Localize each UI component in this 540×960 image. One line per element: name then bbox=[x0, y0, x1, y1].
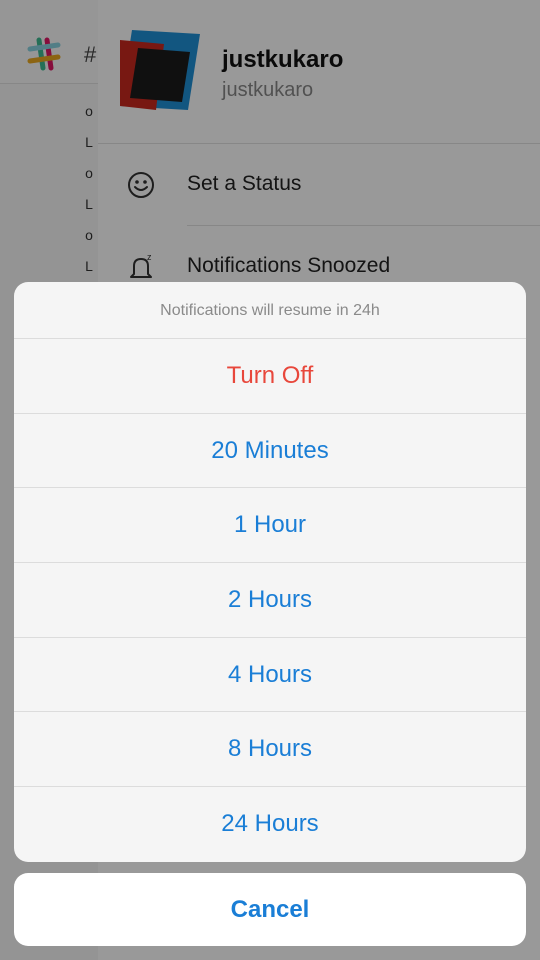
snooze-20-minutes-button[interactable]: 20 Minutes bbox=[14, 414, 526, 489]
action-sheet-title: Notifications will resume in 24h bbox=[14, 282, 526, 339]
cancel-button[interactable]: Cancel bbox=[14, 873, 526, 946]
snooze-8-hours-button[interactable]: 8 Hours bbox=[14, 712, 526, 788]
snooze-24-hours-button[interactable]: 24 Hours bbox=[14, 787, 526, 862]
snooze-2-hours-button[interactable]: 2 Hours bbox=[14, 563, 526, 638]
turn-off-button[interactable]: Turn Off bbox=[14, 339, 526, 414]
snooze-action-sheet: Notifications will resume in 24h Turn Of… bbox=[14, 282, 526, 862]
screen: # o L o L o L justkukaro justkukaro Set … bbox=[0, 0, 540, 960]
snooze-4-hours-button[interactable]: 4 Hours bbox=[14, 638, 526, 713]
snooze-1-hour-button[interactable]: 1 Hour bbox=[14, 488, 526, 564]
